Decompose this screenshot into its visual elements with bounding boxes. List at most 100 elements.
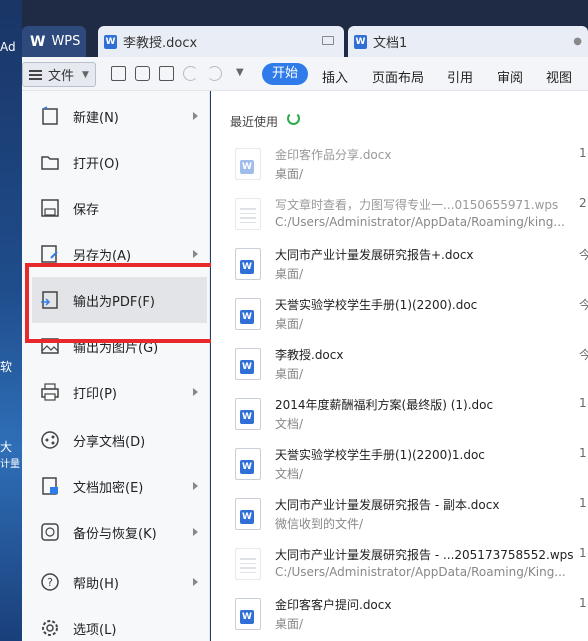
menu-item-label: 打印(P): [73, 386, 117, 402]
menu-item-label: 新建(N): [73, 110, 119, 126]
print-icon[interactable]: [135, 66, 150, 81]
recent-file-row[interactable]: W 天誉实验学校学生手册(1)(2200).doc 桌面/今: [211, 291, 588, 341]
menu-item-share[interactable]: 分享文档(D): [22, 417, 210, 463]
file-date: 今: [579, 348, 588, 362]
file-name: 大同市产业计量发展研究报告 - ...205173758552.wps: [275, 548, 574, 562]
menu-item-label: 选项(L): [73, 622, 117, 638]
recent-file-row[interactable]: W 金印客客户提问.docx 桌面/1: [211, 591, 588, 641]
share-icon: [41, 431, 59, 449]
menu-item-print[interactable]: 打印(P): [22, 369, 210, 415]
tab-wps-home[interactable]: W WPS: [22, 26, 86, 57]
chevron-right-icon: [193, 578, 198, 586]
refresh-icon[interactable]: [287, 112, 300, 125]
tab-insert[interactable]: 插入: [322, 67, 348, 86]
print-icon: [41, 383, 59, 401]
recent-title: 最近使用: [230, 115, 279, 129]
desktop-strip: Ad 软 大 计量: [0, 0, 22, 641]
file-path: 文档/: [275, 417, 304, 431]
file-date: 今: [579, 298, 588, 312]
file-date: 1: [579, 596, 587, 610]
undo-icon[interactable]: [183, 66, 198, 81]
recent-files-panel: 最近使用 W 金印客作品分享.docx 桌面/1 写文章时查看，力图写得专业一...0…: [211, 91, 588, 641]
recent-file-row[interactable]: W 大同市产业计量发展研究报告+.docx 桌面/今: [211, 241, 588, 291]
desktop-text: 计量: [0, 459, 20, 470]
file-name: 2014年度薪酬福利方案(最终版) (1).doc: [275, 398, 494, 412]
help-icon: ?: [41, 573, 59, 591]
file-path: 桌面/: [275, 367, 304, 381]
file-name: 天誉实验学校学生手册(1)(2200)1.doc: [275, 448, 485, 462]
word-doc-icon: W: [235, 148, 261, 180]
file-date: 1: [579, 496, 587, 510]
file-path: C:/Users/Administrator/AppData/Roaming/K…: [275, 565, 566, 579]
document-icon: [235, 198, 261, 230]
file-date: 今: [579, 248, 588, 262]
file-menu-button[interactable]: 文件 ▼: [22, 62, 96, 87]
file-name: 李教授.docx: [275, 348, 344, 362]
file-path: 桌面/: [275, 617, 304, 631]
print-preview-icon[interactable]: [159, 66, 174, 81]
new-file-icon: [42, 106, 58, 125]
save-icon: [41, 199, 59, 217]
tab-label: WPS: [51, 34, 81, 49]
desktop-text: 大: [0, 440, 13, 454]
file-path: 微信收到的文件/: [275, 517, 364, 531]
tab-document[interactable]: W 文档1 ●: [348, 26, 588, 57]
save-as-icon: [41, 245, 58, 263]
menu-item-new[interactable]: 新建(N): [22, 93, 210, 139]
menu-item-label: 打开(O): [73, 156, 120, 172]
menu-item-options[interactable]: 选项(L): [22, 605, 210, 641]
desktop-text: 软: [0, 360, 13, 374]
chevron-right-icon: [193, 388, 198, 396]
svg-text:?: ?: [47, 576, 53, 589]
tab-bar: W WPS W 李教授.docx W 文档1 ●: [22, 0, 588, 57]
more-icon[interactable]: ●: [573, 36, 582, 47]
recent-file-row[interactable]: W 李教授.docx 桌面/今: [211, 341, 588, 391]
tab-review[interactable]: 审阅: [497, 67, 523, 86]
chevron-down-icon: ▼: [82, 69, 89, 80]
file-menu: 新建(N) 打开(O) 保存 另存为(A) 输出为PDF(F) 输出为图片(G)…: [22, 91, 210, 641]
recent-file-row[interactable]: 写文章时查看，力图写得专业一...0150655971.wps C:/Users/…: [211, 191, 588, 241]
document-icon: [235, 548, 261, 580]
recent-file-row[interactable]: W 金印客作品分享.docx 桌面/1: [211, 141, 588, 191]
tab-document[interactable]: W 李教授.docx: [98, 26, 344, 57]
menu-item-encrypt[interactable]: 文档加密(E): [22, 463, 210, 509]
file-name: 写文章时查看，力图写得专业一...0150655971.wps: [275, 198, 559, 212]
menu-item-label: 保存: [73, 202, 100, 218]
word-doc-icon: W: [235, 348, 261, 380]
recent-file-row[interactable]: W 天誉实验学校学生手册(1)(2200)1.doc 文档/1: [211, 441, 588, 491]
recent-file-row[interactable]: W 大同市产业计量发展研究报告 - 副本.docx 微信收到的文件/1: [211, 491, 588, 541]
recent-file-row[interactable]: 大同市产业计量发展研究报告 - ...205173758552.wps C:/Us…: [211, 541, 588, 591]
menu-item-label: 文档加密(E): [73, 480, 144, 496]
redo-icon[interactable]: [207, 66, 222, 81]
file-name: 大同市产业计量发展研究报告 - 副本.docx: [275, 498, 500, 512]
tab-label: 文档1: [373, 36, 408, 51]
chevron-right-icon: [193, 112, 198, 120]
menu-item-label: 备份与恢复(K): [73, 526, 157, 542]
menu-item-help[interactable]: ? 帮助(H): [22, 559, 210, 605]
backup-icon: [41, 523, 59, 541]
file-path: 文档/: [275, 467, 304, 481]
recent-file-row[interactable]: W 2014年度薪酬福利方案(最终版) (1).doc 文档/1: [211, 391, 588, 441]
menu-item-save[interactable]: 保存: [22, 185, 210, 231]
file-date: 1: [579, 146, 587, 160]
gear-icon: [42, 620, 58, 636]
lock-document-icon: [42, 477, 58, 495]
tab-page-layout[interactable]: 页面布局: [372, 67, 424, 86]
file-name: 大同市产业计量发展研究报告+.docx: [275, 248, 474, 262]
word-doc-icon: W: [354, 34, 367, 49]
tab-references[interactable]: 引用: [447, 67, 473, 86]
tab-view[interactable]: 视图: [546, 67, 572, 86]
chevron-right-icon: [193, 250, 198, 258]
menu-item-label: 另存为(A): [73, 248, 132, 264]
word-doc-icon: W: [235, 448, 261, 480]
menu-item-backup[interactable]: 备份与恢复(K): [22, 509, 210, 555]
tab-start[interactable]: 开始: [262, 63, 308, 85]
menu-item-open[interactable]: 打开(O): [22, 139, 210, 185]
file-name: 金印客客户提问.docx: [275, 598, 392, 612]
save-icon[interactable]: [111, 66, 126, 81]
customize-chevron-icon[interactable]: ▼: [236, 67, 244, 78]
menu-item-label: 帮助(H): [73, 576, 119, 592]
monitor-icon[interactable]: [322, 36, 334, 45]
file-path: 桌面/: [275, 317, 304, 331]
word-doc-icon: W: [104, 34, 117, 49]
